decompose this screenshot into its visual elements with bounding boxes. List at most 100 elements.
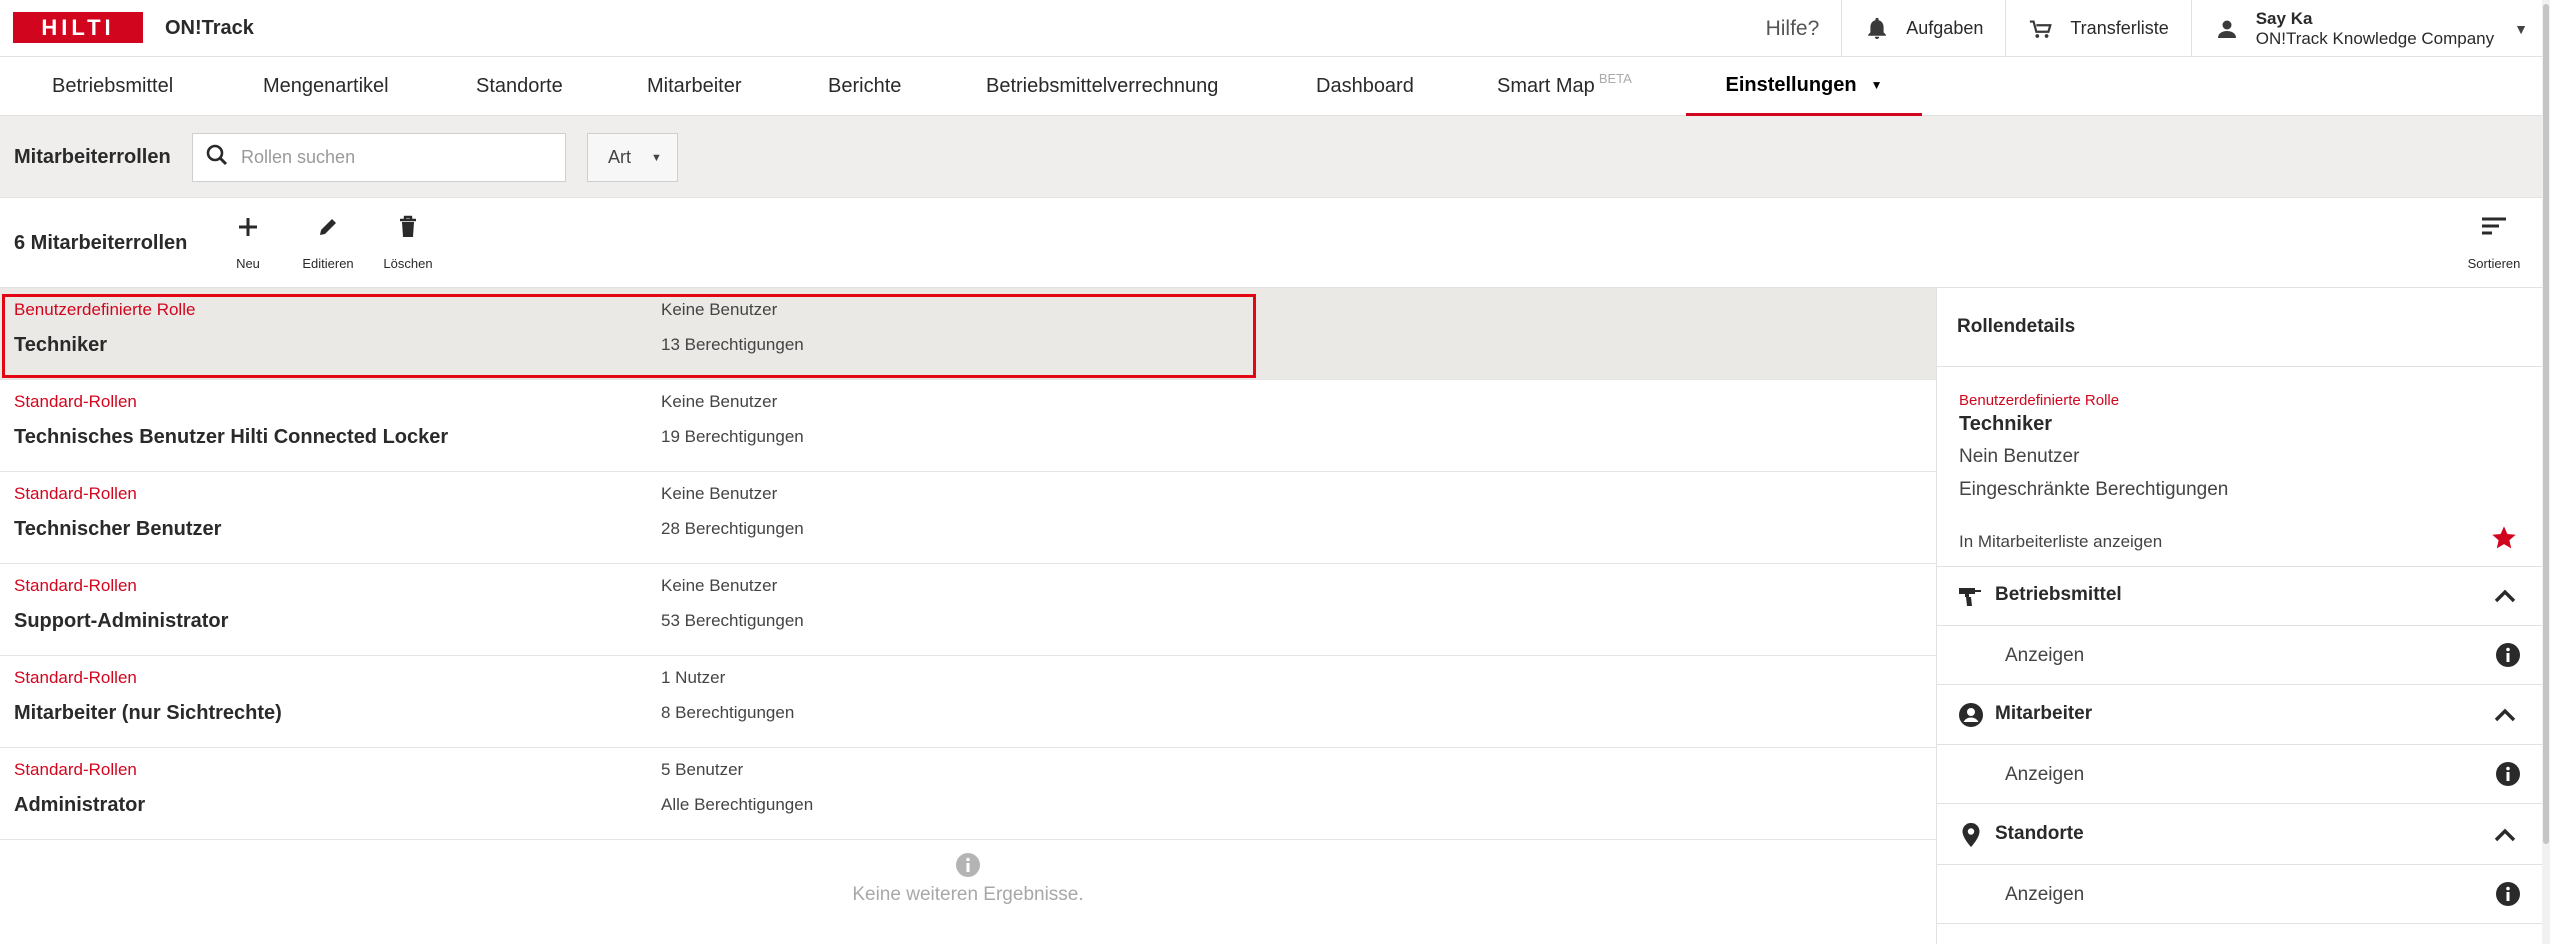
role-type: Standard-Rollen [14,760,137,779]
role-type: Standard-Rollen [14,576,137,595]
nav-label: Betriebsmittel [52,75,174,97]
sort-button[interactable]: Sortieren [2454,212,2534,271]
main-nav: Betriebsmittel Mengenartikel Standorte M… [0,57,2550,116]
permission-label: Anzeigen [2005,645,2085,666]
list-item[interactable]: Standard-Rollen Technisches Benutzer Hil… [0,380,1936,472]
role-name: Technisches Benutzer Hilti Connected Loc… [14,426,449,448]
nav-mitarbeiter[interactable]: Mitarbeiter [647,57,741,116]
permission-label: Anzeigen [2005,764,2085,785]
permission-row: Anzeigen [1937,626,2543,685]
edit-button[interactable]: Editieren [288,212,368,271]
role-permissions: Alle Berechtigungen [661,795,814,814]
logo-text: HILTI [41,14,115,40]
nav-label: Smart Map [1497,75,1595,97]
nav-label: Mitarbeiter [647,75,742,97]
nav-smart-map[interactable]: Smart Map BETA [1497,57,1632,116]
nav-standorte[interactable]: Standorte [476,57,563,116]
type-filter-select[interactable]: Art ▼ [587,133,678,182]
nav-einstellungen[interactable]: Einstellungen ▼ [1686,57,1922,116]
role-type: Standard-Rollen [14,392,137,411]
user-info: Say Ka ON!Track Knowledge Company [2256,9,2494,49]
show-in-list-label: In Mitarbeiterliste anzeigen [1959,532,2163,551]
role-permissions: 8 Berechtigungen [661,703,795,722]
sort-icon [2479,212,2509,242]
nav-berichte[interactable]: Berichte [828,57,901,116]
role-users: Keine Benutzer [661,392,778,411]
bell-icon [1864,16,1890,42]
role-details-panel: Rollendetails Benutzerdefinierte Rolle T… [1936,288,2543,944]
section-title: Betriebsmittel [1995,584,2122,605]
permission-label: Anzeigen [2005,884,2085,905]
list-item[interactable]: Standard-Rollen Support-Administrator Ke… [0,564,1936,656]
role-permissions: 28 Berechtigungen [661,519,804,538]
role-type: Standard-Rollen [14,668,137,687]
role-users: Keine Benutzer [661,484,778,503]
type-filter-label: Art [608,147,632,167]
role-name: Mitarbeiter (nur Sichtrechte) [14,702,282,724]
nav-label: Betriebsmittelverrechnung [986,75,1219,97]
details-role-name: Techniker [1959,413,2052,435]
role-users: Keine Benutzer [661,576,778,595]
help-link[interactable]: Hilfe? [1744,0,1842,57]
hilti-logo[interactable]: HILTI [13,12,143,43]
page-scrollbar-thumb[interactable] [2543,4,2549,844]
search-input[interactable] [241,147,541,168]
list-item[interactable]: Standard-Rollen Mitarbeiter (nur Sichtre… [0,656,1936,748]
section-standorte[interactable]: Standorte [1937,805,2543,865]
trash-icon [393,212,423,242]
section-betriebsmittel[interactable]: Betriebsmittel [1937,566,2543,626]
section-title: Standorte [1995,823,2084,844]
role-permissions: 13 Berechtigungen [661,335,804,354]
info-icon[interactable] [2495,881,2521,907]
chevron-up-icon[interactable] [2489,580,2521,612]
tasks-button[interactable]: Aufgaben [1841,0,2005,57]
nav-betriebsmittel[interactable]: Betriebsmittel [52,57,173,116]
person-circle-icon [1957,701,1985,729]
page-title: Mitarbeiterrollen [14,146,171,168]
help-label: Hilfe? [1765,16,1820,40]
location-pin-icon [1957,821,1985,849]
header-actions: Hilfe? Aufgaben Transferliste Say Ka ON!… [1744,0,2550,57]
role-permissions: 19 Berechtigungen [661,427,804,446]
chevron-up-icon[interactable] [2489,819,2521,851]
user-menu[interactable]: Say Ka ON!Track Knowledge Company ▼ [2190,0,2550,57]
info-icon[interactable] [2495,642,2521,668]
user-name: Say Ka [2255,8,2313,28]
role-name: Administrator [14,794,146,816]
role-users: 5 Benutzer [661,760,744,779]
role-type: Standard-Rollen [14,484,137,503]
list-item[interactable]: Benutzerdefinierte Rolle Techniker Keine… [0,288,1936,380]
caret-down-icon: ▼ [651,151,662,164]
delete-button[interactable]: Löschen [368,212,448,271]
sort-label: Sortieren [2467,256,2521,271]
details-role-users: Nein Benutzer [1959,446,2080,467]
delete-label: Löschen [383,256,433,271]
list-item[interactable]: Standard-Rollen Technischer Benutzer Kei… [0,472,1936,564]
user-company: ON!Track Knowledge Company [2255,28,2495,48]
nav-dashboard[interactable]: Dashboard [1316,57,1414,116]
chevron-up-icon[interactable] [2489,699,2521,731]
drill-icon [1957,582,1985,610]
list-item[interactable]: Standard-Rollen Administrator 5 Benutzer… [0,748,1936,840]
beta-badge: BETA [1598,71,1632,86]
nav-mengenartikel[interactable]: Mengenartikel [263,57,389,116]
info-icon[interactable] [2495,761,2521,787]
plus-icon [233,212,263,242]
roles-count: 6 Mitarbeiterrollen [14,232,188,254]
nav-label: Mengenartikel [263,75,389,97]
star-icon[interactable] [2490,524,2518,552]
section-mitarbeiter[interactable]: Mitarbeiter [1937,685,2543,745]
search-icon [205,143,229,172]
role-permissions: 53 Berechtigungen [661,611,804,630]
new-button[interactable]: Neu [208,212,288,271]
nav-betriebsmittelverrechnung[interactable]: Betriebsmittelverrechnung [986,57,1218,116]
transfer-list-button[interactable]: Transferliste [2005,0,2190,57]
role-name: Support-Administrator [14,610,229,632]
search-field[interactable] [192,133,566,182]
nav-label: Standorte [476,75,563,97]
transfer-label: Transferliste [2070,18,2169,38]
action-toolbar: 6 Mitarbeiterrollen Neu Editieren Lösche… [0,198,2550,288]
role-users: Keine Benutzer [661,300,778,319]
user-icon [2214,16,2240,42]
top-header: HILTI ON!Track Hilfe? Aufgaben Transferl… [0,0,2550,57]
